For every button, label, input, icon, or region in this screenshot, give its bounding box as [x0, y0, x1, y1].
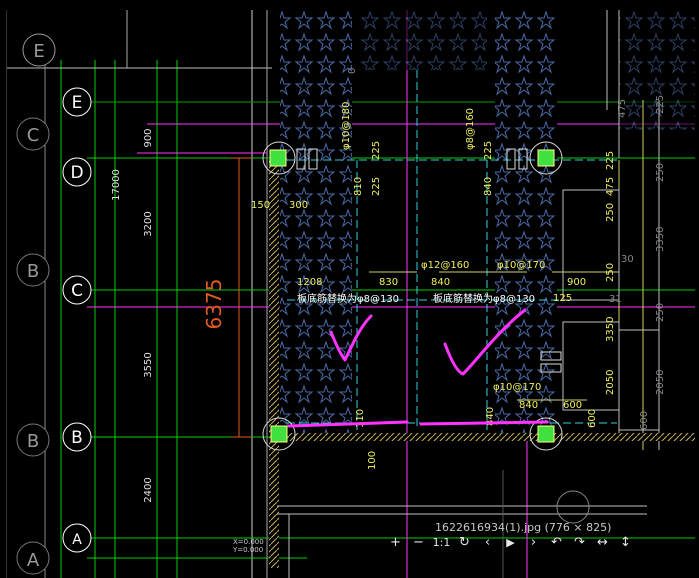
dim-text: 475 [605, 177, 616, 196]
coord-x: X=0.000 [233, 538, 264, 546]
image-frame: E C B B A E D C B A 17000 900 3200 3550 … [6, 10, 695, 578]
dim-text: 100 [367, 451, 378, 470]
dim-text: 225 [655, 95, 666, 114]
dim-text: 600 [587, 409, 598, 428]
next-icon[interactable]: › [522, 533, 545, 553]
dim-text: φ10@180 [341, 102, 352, 150]
axis-left-label: B [27, 261, 39, 282]
cad-drawing: E C B B A E D C B A 17000 900 3200 3550 … [7, 10, 695, 578]
dim-text: 125 [553, 293, 572, 304]
dim-text: 250 [605, 263, 616, 282]
dim-text: 3550 [143, 352, 154, 377]
axis-left-label: B [27, 431, 39, 452]
note-text: 板底筋替换为φ8@130 [433, 292, 535, 305]
dim-text: 300 [289, 200, 308, 211]
dim-text: 3350 [605, 317, 616, 342]
right-dims: 225 475 250 3350 250 2050 475 225 250 33… [605, 95, 666, 430]
axis-bubbles-main: E D C B A [62, 87, 92, 553]
dim-text: 30 [621, 254, 634, 265]
dim-text: 150 [251, 200, 270, 211]
dim-text: 600 [563, 400, 582, 411]
axis-left-label: C [27, 125, 40, 146]
refresh-icon[interactable]: ↻ [453, 533, 476, 553]
dim-text: 2050 [655, 370, 666, 395]
dim-text: 250 [605, 203, 616, 222]
dim-text: 225 [371, 177, 382, 196]
axis-left-label: E [33, 41, 44, 62]
axis-bubbles-left: E C B B A [16, 33, 56, 575]
dim-text: 810 [353, 177, 364, 196]
dim-text: φ12@160 [421, 260, 469, 271]
dim-text: φ10@170 [497, 260, 545, 271]
actual-size-button[interactable]: 1:1 [430, 533, 453, 553]
prev-icon[interactable]: ‹ [476, 533, 499, 553]
rotate-left-icon[interactable]: ↶ [545, 533, 568, 553]
underline-2 [419, 420, 549, 426]
wall-band-1 [280, 10, 352, 438]
coord-y: Y=0.000 [232, 546, 263, 554]
left-grid [7, 10, 272, 578]
wall-band-top [357, 10, 487, 70]
dim-text: 250 [655, 303, 666, 322]
dim-text: 840 [483, 177, 494, 196]
left-dims: 17000 900 3200 3550 2400 [111, 128, 154, 502]
dim-text: φ10@170 [493, 382, 541, 393]
zoom-in-button[interactable]: + [384, 533, 407, 553]
dim-text: 1208 [297, 277, 322, 288]
axis-label-b: B [71, 428, 83, 448]
bottom-wall [277, 433, 695, 441]
rotate-right-icon[interactable]: ↷ [568, 533, 591, 553]
zoom-out-button[interactable]: − [407, 533, 430, 553]
axis-label-e: E [72, 93, 83, 113]
dim-text: 225 [483, 141, 494, 160]
dim-text: 2050 [605, 370, 616, 395]
image-viewer: E C B B A E D C B A 17000 900 3200 3550 … [0, 0, 699, 578]
dim-text: 475 [617, 99, 628, 118]
fit-height-icon[interactable]: ↕ [614, 533, 637, 553]
wall-band-2 [495, 10, 557, 438]
axis-label-c: C [71, 281, 83, 301]
dim-text: φ8@160 [465, 108, 476, 150]
dim-6375: 6375 [202, 279, 226, 330]
dim-text: 3200 [143, 211, 154, 236]
dim-text: 900 [567, 277, 586, 288]
dim-text: 225 [371, 141, 382, 160]
dim-text: 840 [519, 400, 538, 411]
dim-text: 31 [609, 294, 622, 305]
dim-text: 225 [605, 151, 616, 170]
dim-text: 250 [655, 163, 666, 182]
small-text: 0 [347, 68, 358, 74]
dim-text: 830 [379, 277, 398, 288]
viewer-toolbar: + − 1:1 ↻ ‹ ▶ › ↶ ↷ ↔ ↕ [384, 533, 637, 553]
fit-width-icon[interactable]: ↔ [591, 533, 614, 553]
dim-text: 17000 [111, 169, 122, 201]
axis-label-d: D [70, 163, 83, 183]
dim-text: 900 [143, 128, 154, 147]
dim-text: 2400 [143, 477, 154, 502]
axis-lines [87, 101, 695, 559]
dim-text: 840 [431, 277, 450, 288]
dim-text: 600 [639, 411, 650, 430]
axis-left-label: A [27, 550, 40, 571]
axis-label-a: A [72, 532, 82, 548]
play-icon[interactable]: ▶ [499, 533, 522, 553]
note-text: 板底筋替换为φ8@130 [297, 292, 399, 305]
dim-text: 3350 [655, 227, 666, 252]
